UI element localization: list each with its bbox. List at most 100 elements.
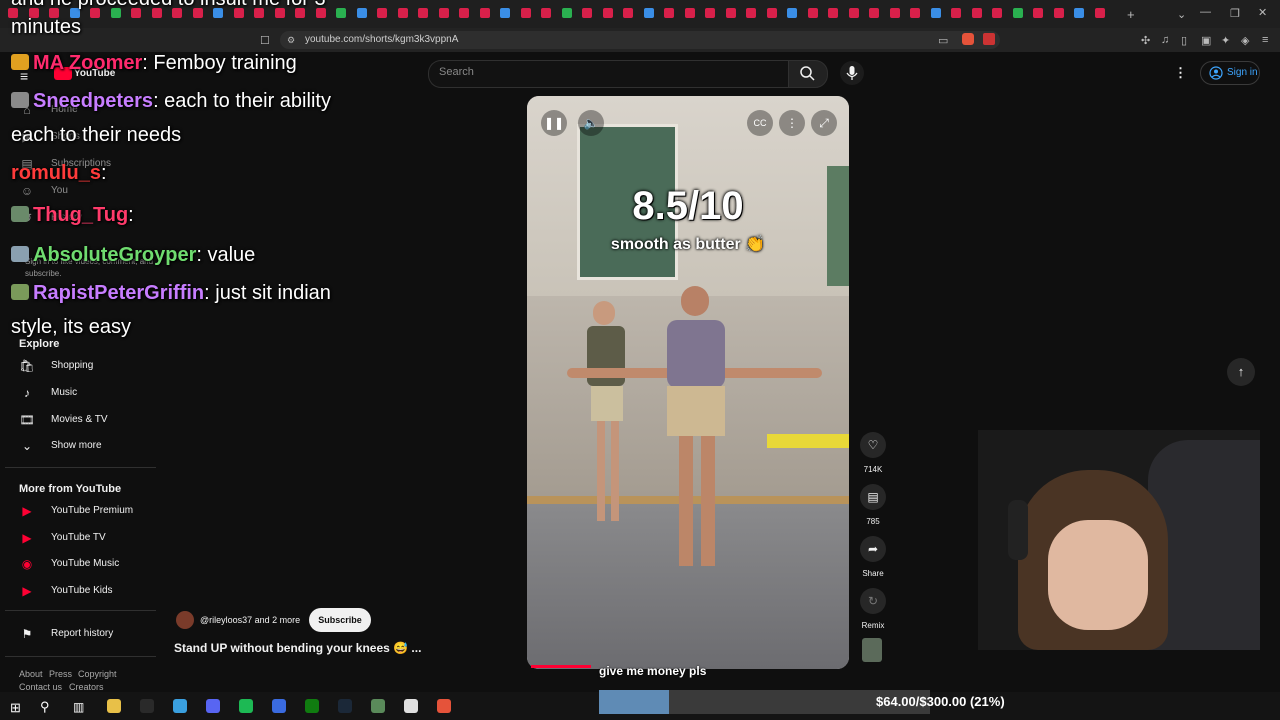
sidebar-item-show-more[interactable]: ⌄ Show more [0,434,156,460]
task-view-icon[interactable]: ▥ [73,700,84,714]
browser-tab-favicon-icon[interactable] [766,8,777,18]
browser-tab-favicon-icon[interactable] [377,8,387,18]
obs-icon[interactable] [140,699,154,713]
fullscreen-button[interactable]: ⤢ [811,110,837,136]
browser-tab-favicon-icon[interactable] [459,8,469,18]
search-icon[interactable]: ⚲ [40,699,50,715]
volume-button[interactable]: 🔈 [578,110,604,136]
search-input[interactable] [428,60,789,88]
browser-tab-favicon-icon[interactable] [848,8,859,18]
browser-tab-favicon-icon[interactable] [500,8,510,18]
close-window-button[interactable]: ✕ [1258,6,1267,19]
browser-tab-favicon-icon[interactable] [910,8,920,18]
browser-tab-favicon-icon[interactable] [684,8,695,18]
pause-button[interactable]: ❚❚ [541,110,567,136]
browser-tab-favicon-icon[interactable] [951,8,961,18]
browser-tab-favicon-icon[interactable] [1053,8,1064,18]
browser-tab-favicon-icon[interactable] [541,8,551,18]
channel-avatar[interactable] [176,611,194,629]
channel-name[interactable]: @rileyloos37 and 2 more [200,615,300,625]
spotify-icon[interactable] [239,699,253,713]
sidebar-item-report-history[interactable]: ⚑ Report history [0,622,156,648]
leo-ai-icon[interactable]: ✦ [1221,34,1230,47]
browser-tab-favicon-icon[interactable] [746,8,756,18]
search-button[interactable] [788,60,828,88]
browser-tab-favicon-icon[interactable] [869,8,879,18]
browser-tab-favicon-icon[interactable] [479,8,490,18]
video-title-more[interactable]: ... [411,641,421,655]
sign-in-button[interactable]: Sign in [1200,61,1260,85]
steam-icon[interactable] [338,699,352,713]
browser-tab-favicon-icon[interactable] [664,8,674,18]
site-info-icon[interactable]: ⚙ [287,35,295,46]
brave-icon[interactable] [437,699,451,713]
minimize-window-button[interactable]: — [1200,6,1211,18]
browser-tab-favicon-icon[interactable] [418,8,428,18]
shorts-video-player[interactable] [527,96,849,669]
footer-link-about[interactable]: About [19,669,43,679]
browser-tab-favicon-icon[interactable] [397,8,408,18]
browser-tab-favicon-icon[interactable] [582,8,592,18]
browser-tab-favicon-icon[interactable] [520,8,531,18]
cast-icon[interactable]: ▭ [938,34,948,47]
like-button[interactable]: ♡ [860,432,886,458]
footer-link-copyright[interactable]: Copyright [78,669,117,679]
wallet-icon[interactable]: ▣ [1201,34,1211,47]
sidebar-item-youtube-kids[interactable]: ▶ YouTube Kids [0,579,156,605]
browser-tab-favicon-icon[interactable] [336,8,346,18]
footer-link-contact[interactable]: Contact us [19,682,62,692]
browser-tab-favicon-icon[interactable] [705,8,715,18]
new-tab-button[interactable]: + [1127,7,1135,22]
windows-start-icon[interactable]: ⊞ [10,700,21,716]
extensions-icon[interactable]: ✣ [1141,34,1150,47]
browser-tab-favicon-icon[interactable] [1033,8,1043,18]
captions-button[interactable]: CC [747,110,773,136]
subscribe-button[interactable]: Subscribe [309,608,371,632]
app-icon[interactable] [404,699,418,713]
browser-menu-icon[interactable]: ≡ [1262,34,1268,46]
browser-tab-favicon-icon[interactable] [1094,8,1105,18]
chrome-icon[interactable] [173,699,187,713]
tab-search-chevron-icon[interactable]: ⌄ [1177,8,1186,21]
browser-tab-favicon-icon[interactable] [1012,8,1023,18]
brave-shields-icon[interactable] [962,33,974,45]
video-progress-bar[interactable] [531,665,591,668]
settings-more-icon[interactable]: ⋮ [1174,65,1187,81]
browser-tab-favicon-icon[interactable] [930,8,941,18]
sidebar-item-youtube-premium[interactable]: ▶ YouTube Premium [0,499,156,525]
app-icon[interactable] [371,699,385,713]
browser-tab-favicon-icon[interactable] [643,8,654,18]
sidebar-item-youtube-tv[interactable]: ▶ YouTube TV [0,526,156,552]
sidebar-item-shopping[interactable]: 🛍 Shopping [0,354,156,380]
browser-tab-favicon-icon[interactable] [561,8,572,18]
browser-tab-favicon-icon[interactable] [807,8,818,18]
brave-rewards-icon[interactable] [983,33,995,45]
footer-link-press[interactable]: Press [49,669,72,679]
browser-tab-favicon-icon[interactable] [623,8,633,18]
xbox-icon[interactable] [305,699,319,713]
url-text[interactable]: youtube.com/shorts/kgm3k3vppnA [305,34,458,45]
browser-tab-favicon-icon[interactable] [971,8,982,18]
video-title[interactable]: Stand UP without bending your knees 😅 ..… [174,641,421,655]
browser-tab-favicon-icon[interactable] [992,8,1002,18]
sound-thumbnail[interactable] [862,638,882,662]
sidebar-item-music[interactable]: ♪ Music [0,381,156,407]
browser-tab-favicon-icon[interactable] [1074,8,1084,18]
sidebar-item-movies-tv[interactable]: 🎞 Movies & TV [0,408,156,434]
remix-button[interactable]: ↻ [860,588,886,614]
vpn-icon[interactable]: ◈ [1241,34,1249,47]
comments-button[interactable]: ▤ [860,484,886,510]
file-explorer-icon[interactable] [107,699,121,713]
video-more-button[interactable]: ⋮ [779,110,805,136]
browser-tab-favicon-icon[interactable] [787,8,797,18]
browser-tab-favicon-icon[interactable] [889,8,900,18]
sidebar-item-youtube-music[interactable]: ◉ YouTube Music [0,552,156,578]
previous-video-button[interactable]: ↑ [1227,358,1255,386]
sidebar-toggle-icon[interactable]: ▯ [1181,34,1187,47]
browser-tab-favicon-icon[interactable] [356,8,367,18]
app-icon[interactable] [272,699,286,713]
browser-tab-favicon-icon[interactable] [438,8,449,18]
share-button[interactable]: ➦ [860,536,886,562]
browser-tab-favicon-icon[interactable] [828,8,838,18]
browser-tab-favicon-icon[interactable] [602,8,613,18]
